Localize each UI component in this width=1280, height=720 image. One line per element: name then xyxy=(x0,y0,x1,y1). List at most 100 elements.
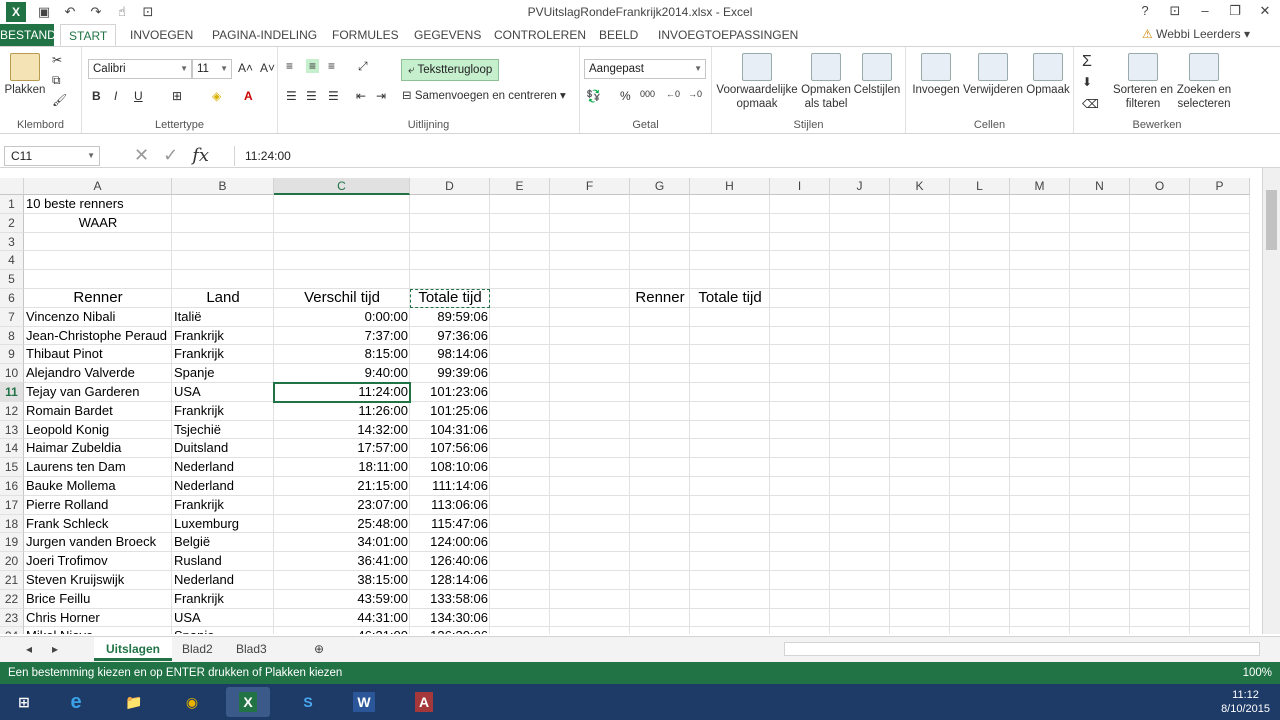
ribbon-display-icon[interactable]: ⊡ xyxy=(1160,0,1190,22)
row-header-2[interactable]: 2 xyxy=(0,213,24,233)
cell-c9[interactable]: 8:15:00 xyxy=(274,345,410,364)
column-header-m[interactable]: M xyxy=(1010,178,1070,195)
cell-styles-button[interactable]: Celstijlen xyxy=(852,53,902,97)
cell-a18[interactable]: Frank Schleck xyxy=(24,515,172,534)
shrink-font-icon[interactable]: A˅ xyxy=(260,61,275,75)
cell-a3[interactable] xyxy=(24,233,172,252)
cell-a9[interactable]: Thibaut Pinot xyxy=(24,345,172,364)
borders-icon[interactable]: ⊞ xyxy=(172,89,182,103)
user-account[interactable]: ⚠ Webbi Leerders ▾ xyxy=(1142,27,1250,41)
cell-d18[interactable]: 115:47:06 xyxy=(410,515,490,534)
align-top-icon[interactable]: ≡ xyxy=(286,59,293,73)
accounting-format-icon[interactable]: 💱 xyxy=(586,89,601,103)
row-header-6[interactable]: 6 xyxy=(0,289,24,308)
tab-page-layout[interactable]: PAGINA-INDELING xyxy=(204,24,325,46)
excel-taskbar-icon[interactable]: X xyxy=(226,687,270,717)
cell-b13[interactable]: Tsjechië xyxy=(172,421,274,440)
row-header-3[interactable]: 3 xyxy=(0,232,24,252)
cell-d1[interactable] xyxy=(410,195,490,214)
cell-c21[interactable]: 38:15:00 xyxy=(274,571,410,590)
column-header-g[interactable]: G xyxy=(630,178,690,195)
cell-a13[interactable]: Leopold Konig xyxy=(24,421,172,440)
formula-input[interactable]: 11:24:00 xyxy=(234,146,1254,166)
cell-c24[interactable]: 46:31:00 xyxy=(274,627,410,634)
cell-b19[interactable]: België xyxy=(172,533,274,552)
row-header-12[interactable]: 12 xyxy=(0,401,24,421)
align-middle-icon[interactable]: ≡ xyxy=(306,59,320,73)
tab-insert[interactable]: INVOEGEN xyxy=(122,24,201,46)
cell-a4[interactable] xyxy=(24,251,172,270)
cell-a23[interactable]: Chris Horner xyxy=(24,609,172,628)
sheet-tab-blad3[interactable]: Blad3 xyxy=(224,637,279,661)
new-sheet-icon[interactable]: ⊕ xyxy=(302,637,336,661)
cell-d7[interactable]: 89:59:06 xyxy=(410,308,490,327)
cell-d4[interactable] xyxy=(410,251,490,270)
row-header-7[interactable]: 7 xyxy=(0,307,24,327)
format-painter-icon[interactable]: 🖌 xyxy=(52,93,67,107)
tab-addins[interactable]: INVOEGTOEPASSINGEN xyxy=(650,24,806,46)
help-icon[interactable]: ? xyxy=(1130,0,1160,22)
row-header-18[interactable]: 18 xyxy=(0,514,24,534)
cell-d8[interactable]: 97:36:06 xyxy=(410,327,490,346)
cell-c12[interactable]: 11:26:00 xyxy=(274,402,410,421)
skype-icon[interactable]: S xyxy=(286,687,330,717)
cell-d20[interactable]: 126:40:06 xyxy=(410,552,490,571)
cell-a7[interactable]: Vincenzo Nibali xyxy=(24,308,172,327)
cell-b24[interactable]: Spanje xyxy=(172,627,274,634)
row-header-15[interactable]: 15 xyxy=(0,458,24,477)
cell-c23[interactable]: 44:31:00 xyxy=(274,609,410,628)
column-header-h[interactable]: H xyxy=(690,178,770,195)
fill-color-icon[interactable]: ◈ xyxy=(212,89,221,103)
cell-c8[interactable]: 7:37:00 xyxy=(274,327,410,346)
chrome-icon[interactable]: ◉ xyxy=(170,687,214,717)
delete-cells-button[interactable]: Verwijderen xyxy=(962,53,1024,97)
cell-b22[interactable]: Frankrijk xyxy=(172,590,274,609)
format-cells-button[interactable]: Opmaak xyxy=(1024,53,1072,97)
font-size-combo[interactable]: 11 ▼ xyxy=(192,59,232,79)
conditional-formatting-button[interactable]: Voorwaardelijke opmaak xyxy=(716,53,798,111)
cell-b14[interactable]: Duitsland xyxy=(172,439,274,458)
cell-d22[interactable]: 133:58:06 xyxy=(410,590,490,609)
cell-b20[interactable]: Rusland xyxy=(172,552,274,571)
cell-a15[interactable]: Laurens ten Dam xyxy=(24,458,172,477)
cell-c13[interactable]: 14:32:00 xyxy=(274,421,410,440)
cell-d14[interactable]: 107:56:06 xyxy=(410,439,490,458)
column-header-n[interactable]: N xyxy=(1070,178,1130,195)
cell-d16[interactable]: 111:14:06 xyxy=(410,477,490,496)
align-center-icon[interactable]: ☰ xyxy=(306,89,317,103)
cell-b17[interactable]: Frankrijk xyxy=(172,496,274,515)
cell-d13[interactable]: 104:31:06 xyxy=(410,421,490,440)
column-header-i[interactable]: I xyxy=(770,178,830,195)
tab-formulas[interactable]: FORMULES xyxy=(324,24,407,46)
column-header-b[interactable]: B xyxy=(172,178,274,195)
row-header-20[interactable]: 20 xyxy=(0,552,24,571)
percent-icon[interactable]: % xyxy=(620,89,631,103)
orientation-icon[interactable]: ⤢ xyxy=(358,59,368,74)
cell-b5[interactable] xyxy=(172,270,274,289)
row-header-16[interactable]: 16 xyxy=(0,477,24,496)
cell-a12[interactable]: Romain Bardet xyxy=(24,402,172,421)
row-header-9[interactable]: 9 xyxy=(0,345,24,365)
italic-icon[interactable]: I xyxy=(114,89,117,103)
cell-c2[interactable] xyxy=(274,214,410,233)
cell-a20[interactable]: Joeri Trofimov xyxy=(24,552,172,571)
cell-a17[interactable]: Pierre Rolland xyxy=(24,496,172,515)
font-color-icon[interactable]: A xyxy=(244,89,253,103)
row-header-24[interactable]: 24 xyxy=(0,627,24,634)
name-box[interactable]: C11 ▼ xyxy=(4,146,100,166)
cell-d15[interactable]: 108:10:06 xyxy=(410,458,490,477)
cell-b23[interactable]: USA xyxy=(172,609,274,628)
tab-data[interactable]: GEGEVENS xyxy=(406,24,489,46)
insert-function-icon[interactable]: fx xyxy=(192,145,209,166)
cell-a1[interactable]: 10 beste renners xyxy=(24,195,172,214)
paste-button[interactable]: Plakken xyxy=(4,53,46,97)
cell-c14[interactable]: 17:57:00 xyxy=(274,439,410,458)
cell-d10[interactable]: 99:39:06 xyxy=(410,364,490,383)
cell-b9[interactable]: Frankrijk xyxy=(172,345,274,364)
insert-cells-button[interactable]: Invoegen xyxy=(910,53,962,97)
cell-b10[interactable]: Spanje xyxy=(172,364,274,383)
tab-file[interactable]: BESTAND xyxy=(0,24,56,46)
row-header-10[interactable]: 10 xyxy=(0,364,24,383)
cell-b1[interactable] xyxy=(172,195,274,214)
word-icon[interactable]: W xyxy=(342,687,386,717)
